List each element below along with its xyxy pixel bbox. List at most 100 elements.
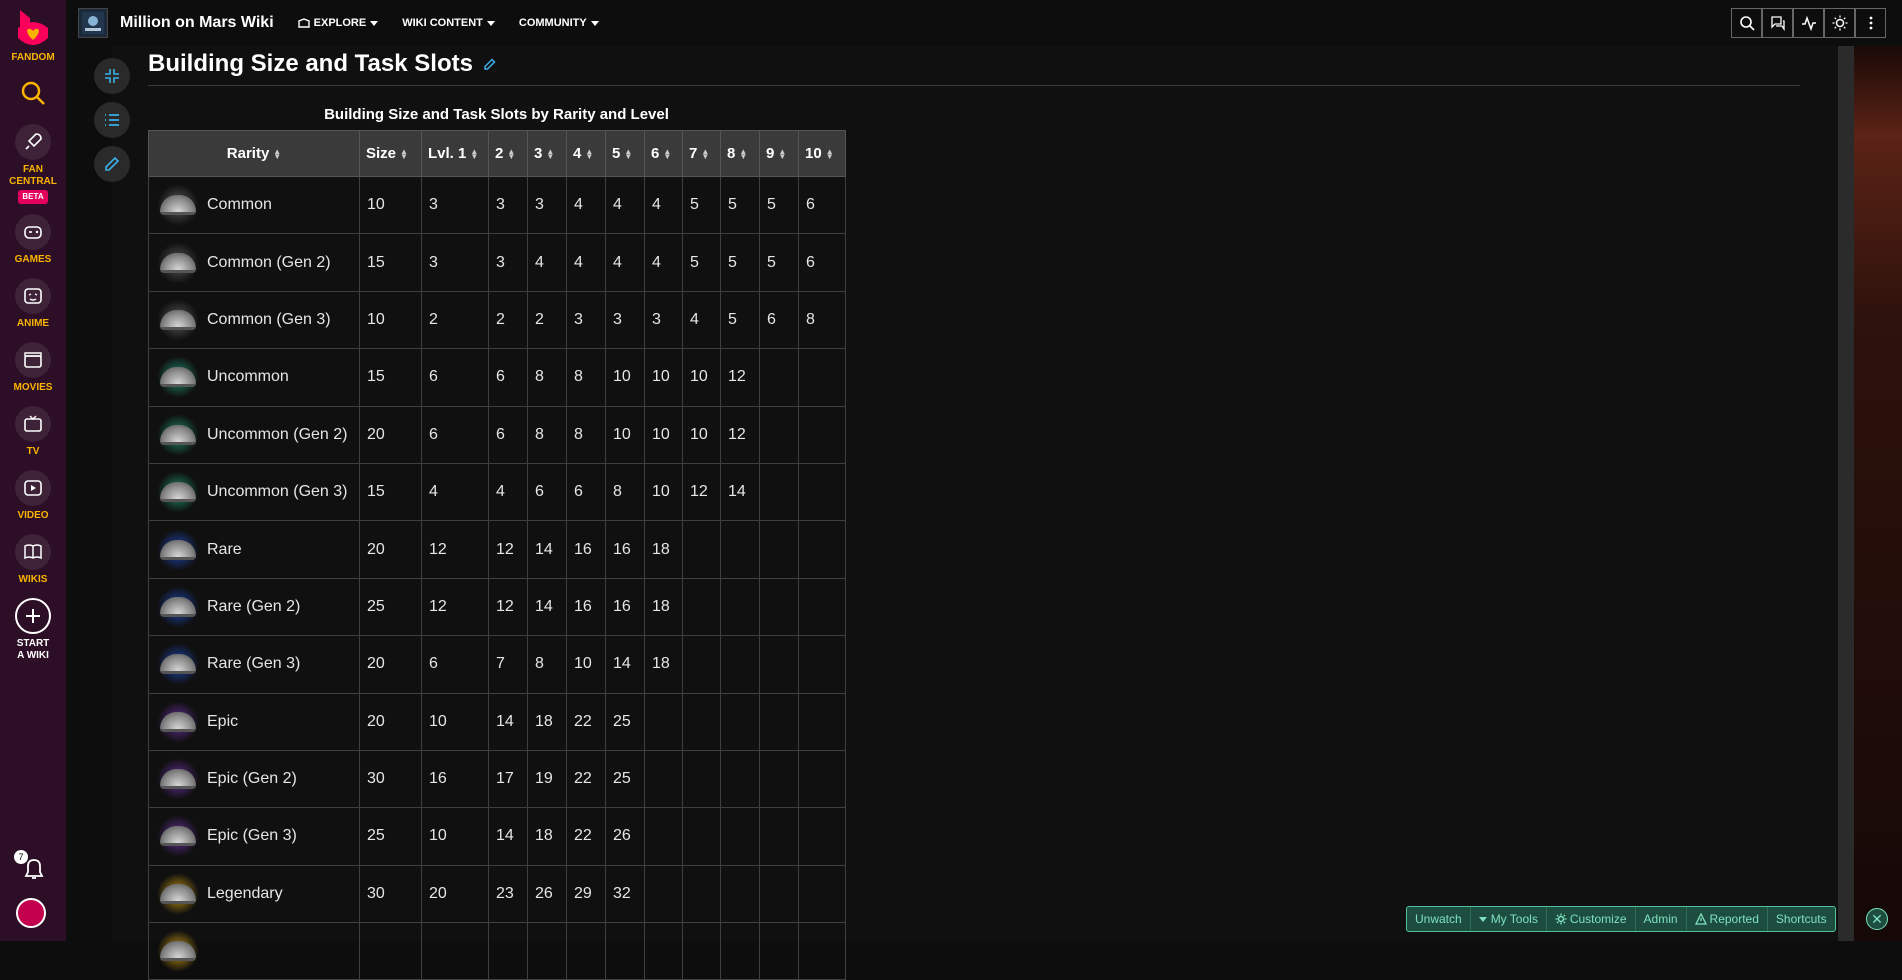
unwatch-button[interactable]: Unwatch [1407, 907, 1471, 931]
fandom-logo[interactable]: FANDOM [0, 8, 66, 64]
anime-icon [24, 288, 42, 304]
column-header-lvl-10[interactable]: 10 ▲ ▼ [798, 130, 846, 177]
close-icon[interactable]: ✕ [1866, 908, 1888, 930]
table-cell: 4 [421, 462, 489, 522]
rarity-label[interactable]: Rare (Gen 3) [207, 655, 300, 673]
column-header-lvl-6[interactable]: 6 ▲ ▼ [644, 130, 683, 177]
activity-button[interactable] [1793, 8, 1824, 38]
table-cell: 5 [682, 233, 721, 292]
discussions-button[interactable] [1762, 8, 1793, 38]
building-icon[interactable] [157, 758, 199, 801]
my-tools-button[interactable]: My Tools [1471, 907, 1547, 931]
building-icon[interactable] [157, 298, 199, 341]
reported-button[interactable]: Reported [1687, 907, 1768, 931]
building-icon[interactable] [157, 585, 199, 628]
building-icon[interactable] [157, 872, 199, 915]
discussions-icon [1770, 16, 1785, 31]
more-menu-button[interactable] [1855, 8, 1886, 38]
shortcuts-button[interactable]: Shortcuts [1768, 907, 1835, 931]
rarity-label[interactable]: Legendary [207, 885, 283, 903]
table-cell: 6 [488, 405, 528, 464]
building-icon[interactable] [157, 356, 199, 399]
table-cell: 3 [421, 233, 489, 292]
building-icon[interactable] [157, 241, 199, 284]
theme-toggle-button[interactable] [1824, 8, 1855, 38]
nav-community[interactable]: COMMUNITY [519, 17, 599, 29]
table-cell [798, 692, 846, 751]
column-header-lvl-1[interactable]: Lvl. 1 ▲ ▼ [421, 130, 489, 177]
wiki-logo[interactable] [78, 8, 108, 38]
rail-item-movies[interactable]: MOVIES [0, 342, 66, 394]
rail-item-anime[interactable]: ANIME [0, 278, 66, 330]
rail-item-fan-central[interactable]: FAN CENTRAL BETA [0, 124, 66, 204]
rarity-label[interactable]: Rare [207, 541, 242, 559]
column-header-label: 6 [651, 145, 660, 162]
table-cell [720, 520, 760, 579]
rarity-label[interactable]: Epic [207, 713, 238, 731]
building-icon[interactable] [157, 413, 199, 456]
column-header-lvl-9[interactable]: 9 ▲ ▼ [759, 130, 799, 177]
rail-item-tv[interactable]: TV [0, 406, 66, 458]
table-cell [798, 348, 846, 407]
rail-item-start-a-wiki[interactable]: START A WIKI [0, 598, 66, 662]
table-cell: 12 [720, 405, 760, 464]
rail-item-video[interactable]: VIDEO [0, 470, 66, 522]
building-icon[interactable] [157, 930, 199, 973]
rarity-label[interactable]: Epic (Gen 3) [207, 827, 297, 845]
sort-icon: ▲ ▼ [663, 147, 672, 162]
scrollbar[interactable] [1838, 46, 1854, 941]
rarity-cell: Common (Gen 2) [148, 233, 360, 292]
rarity-label[interactable]: Uncommon [207, 368, 289, 386]
building-icon[interactable] [157, 184, 199, 227]
building-icon[interactable] [157, 700, 199, 743]
table-row: Uncommon (Gen 2) 20 6 6 8 8 10 10 10 12 [148, 405, 846, 464]
rarity-label[interactable]: Rare (Gen 2) [207, 598, 300, 616]
rail-item-games[interactable]: GAMES [0, 214, 66, 266]
admin-button[interactable]: Admin [1636, 907, 1687, 931]
column-header-label: 5 [612, 145, 621, 162]
table-cell: 18 [644, 520, 683, 579]
dome-image [160, 596, 196, 617]
table-cell [798, 807, 846, 866]
table-cell: 10 [359, 290, 422, 350]
table-cell: 5 [720, 233, 760, 292]
pencil-icon[interactable] [483, 57, 497, 71]
table-cell: 2 [421, 290, 489, 350]
avatar[interactable] [16, 898, 46, 928]
building-icon[interactable] [157, 643, 199, 686]
nav-wiki-content[interactable]: WIKI CONTENT [402, 17, 495, 29]
building-icon[interactable] [157, 471, 199, 514]
collapse-button[interactable] [94, 58, 130, 94]
rarity-label[interactable]: Epic (Gen 2) [207, 770, 297, 788]
rarity-label[interactable]: Common [207, 196, 272, 214]
nav-explore[interactable]: EXPLORE [297, 17, 379, 29]
table-cell [644, 749, 683, 809]
column-header-lvl-7[interactable]: 7 ▲ ▼ [682, 130, 721, 177]
column-header-size[interactable]: Size ▲ ▼ [359, 130, 422, 177]
notifications[interactable]: 7 [14, 850, 50, 885]
rarity-label[interactable]: Uncommon (Gen 3) [207, 483, 348, 501]
column-header-lvl-8[interactable]: 8 ▲ ▼ [720, 130, 760, 177]
column-header-lvl-3[interactable]: 3 ▲ ▼ [527, 130, 567, 177]
building-icon[interactable] [157, 815, 199, 858]
column-header-lvl-2[interactable]: 2 ▲ ▼ [488, 130, 528, 177]
wiki-name[interactable]: Million on Mars Wiki [120, 14, 274, 32]
building-icon[interactable] [157, 528, 199, 571]
column-header-lvl-5[interactable]: 5 ▲ ▼ [605, 130, 645, 177]
column-header-lvl-4[interactable]: 4 ▲ ▼ [566, 130, 606, 177]
customize-button[interactable]: Customize [1547, 907, 1636, 931]
table-cell [759, 462, 799, 522]
rail-search[interactable] [0, 80, 66, 106]
rarity-label[interactable]: Uncommon (Gen 2) [207, 426, 348, 444]
search-button[interactable] [1731, 8, 1762, 38]
dome-image [160, 826, 196, 847]
rarity-label[interactable]: Common (Gen 2) [207, 254, 331, 272]
edit-button[interactable] [94, 146, 130, 182]
rail-item-wikis[interactable]: WIKIS [0, 534, 66, 586]
rarity-label[interactable]: Common (Gen 3) [207, 311, 331, 329]
table-cell: 10 [682, 348, 721, 407]
table-of-contents-button[interactable] [94, 102, 130, 138]
table-cell: 6 [798, 175, 846, 235]
column-header-rarity[interactable]: Rarity ▲ ▼ [148, 130, 360, 177]
chevron-down-icon [370, 20, 379, 26]
